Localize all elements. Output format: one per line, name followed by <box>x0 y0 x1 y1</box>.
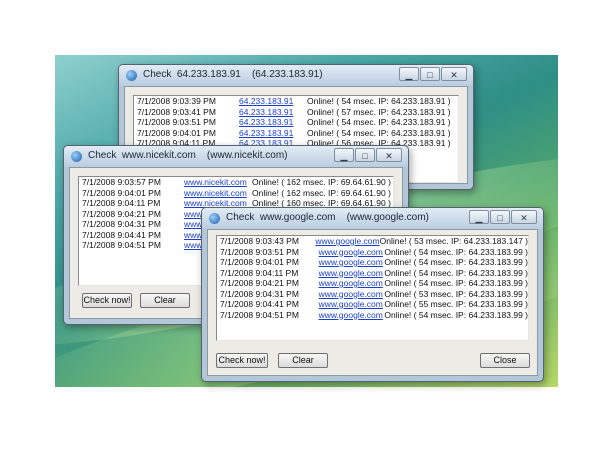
log-result: Online! ( 54 msec. IP: 64.233.183.91 ) <box>307 127 451 138</box>
minimize-icon[interactable]: ▁ <box>469 210 489 224</box>
maximize-icon[interactable]: □ <box>490 210 510 224</box>
log-time: 7/1/2008 9:04:01 PM <box>82 187 161 198</box>
log-row: 7/1/2008 9:04:41 PM www.google.com Online!… <box>217 299 528 310</box>
minimize-icon[interactable]: ▁ <box>399 67 419 81</box>
log-row: 7/1/2008 9:03:41 PM 64.233.183.91 Online! … <box>134 107 458 118</box>
log-time: 7/1/2008 9:04:41 PM <box>82 229 161 240</box>
log-time: 7/1/2008 9:04:21 PM <box>220 278 299 288</box>
log-time: 7/1/2008 9:04:01 PM <box>137 127 216 138</box>
window-title: Check www.nicekit.com (www.nicekit.com) <box>88 150 288 161</box>
log-result: Online! ( 55 msec. IP: 64.233.183.99 ) <box>384 299 528 309</box>
log-host-link[interactable]: www.google.com <box>319 310 385 321</box>
log-result: Online! ( 54 msec. IP: 64.233.183.99 ) <box>384 309 528 320</box>
log-time: 7/1/2008 9:04:31 PM <box>220 288 299 299</box>
log-row: 7/1/2008 9:04:21 PM www.google.com Online!… <box>217 278 528 289</box>
log-result: Online! ( 54 msec. IP: 64.233.183.91 ) <box>307 117 451 127</box>
check-now-button[interactable]: Check now! <box>216 353 268 368</box>
globe-icon <box>71 151 82 162</box>
log-time: 7/1/2008 9:04:31 PM <box>82 219 161 229</box>
log-row: 7/1/2008 9:04:01 PM www.nicekit.com Online… <box>79 188 393 199</box>
log-time: 7/1/2008 9:03:51 PM <box>220 246 299 257</box>
maximize-icon[interactable]: □ <box>355 148 375 162</box>
log-host-link[interactable]: 64.233.183.91 <box>239 107 307 118</box>
log-host-link[interactable]: www.google.com <box>319 247 385 258</box>
titlebar[interactable]: Check 64.233.183.91 (64.233.183.91) ▁ □ … <box>119 65 473 86</box>
clear-button[interactable]: Clear <box>278 353 328 368</box>
log-time: 7/1/2008 9:03:43 PM <box>220 236 299 246</box>
log-result: Online! ( 57 msec. IP: 64.233.183.91 ) <box>307 106 451 117</box>
log-time: 7/1/2008 9:04:11 PM <box>82 198 161 208</box>
log-time: 7/1/2008 9:04:21 PM <box>82 208 161 219</box>
ping-log[interactable]: 7/1/2008 9:03:43 PM www.google.com Online!… <box>216 235 529 341</box>
close-icon[interactable]: ✕ <box>441 67 467 81</box>
titlebar[interactable]: Check www.nicekit.com (www.nicekit.com) … <box>64 146 408 167</box>
globe-icon <box>209 213 220 224</box>
log-result: Online! ( 54 msec. IP: 64.233.183.91 ) <box>307 96 451 106</box>
log-row: 7/1/2008 9:04:11 PM www.google.com Online!… <box>217 268 528 279</box>
log-host-link[interactable]: www.google.com <box>319 289 385 300</box>
log-host-link[interactable]: www.google.com <box>319 268 385 279</box>
log-row: 7/1/2008 9:04:01 PM www.google.com Online!… <box>217 257 528 268</box>
log-row: 7/1/2008 9:04:51 PM www.google.com Online!… <box>217 310 528 321</box>
log-host-link[interactable]: www.google.com <box>319 257 385 268</box>
log-host-link[interactable]: 64.233.183.91 <box>239 96 307 107</box>
window-check-google[interactable]: Check www.google.com (www.google.com) ▁ … <box>201 207 544 382</box>
log-time: 7/1/2008 9:04:11 PM <box>220 267 299 278</box>
log-time: 7/1/2008 9:04:51 PM <box>82 240 161 250</box>
globe-icon <box>126 70 137 81</box>
window-title: Check 64.233.183.91 (64.233.183.91) <box>143 69 323 80</box>
log-row: 7/1/2008 9:03:51 PM 64.233.183.91 Online! … <box>134 117 458 128</box>
log-host-link[interactable]: www.google.com <box>315 236 379 247</box>
log-row: 7/1/2008 9:04:01 PM 64.233.183.91 Online! … <box>134 128 458 139</box>
log-rows: 7/1/2008 9:03:43 PM www.google.com Online!… <box>217 236 528 320</box>
log-host-link[interactable]: www.nicekit.com <box>184 177 252 188</box>
log-result: Online! ( 54 msec. IP: 64.233.183.99 ) <box>384 278 528 288</box>
titlebar[interactable]: Check www.google.com (www.google.com) ▁ … <box>202 208 543 229</box>
log-row: 7/1/2008 9:03:39 PM 64.233.183.91 Online! … <box>134 96 458 107</box>
log-host-link[interactable]: 64.233.183.91 <box>239 117 307 128</box>
minimize-icon[interactable]: ▁ <box>334 148 354 162</box>
log-result: Online! ( 54 msec. IP: 64.233.183.99 ) <box>384 267 528 278</box>
log-row: 7/1/2008 9:03:43 PM www.google.com Online!… <box>217 236 528 247</box>
log-time: 7/1/2008 9:04:41 PM <box>220 299 299 309</box>
log-host-link[interactable]: www.nicekit.com <box>184 188 252 199</box>
log-result: Online! ( 54 msec. IP: 64.233.183.99 ) <box>384 257 528 267</box>
log-time: 7/1/2008 9:04:01 PM <box>220 257 299 267</box>
log-host-link[interactable]: 64.233.183.91 <box>239 128 307 139</box>
close-button[interactable]: Close <box>480 353 530 368</box>
log-result: Online! ( 162 msec. IP: 69.64.61.90 ) <box>252 187 391 198</box>
log-result: Online! ( 53 msec. IP: 64.233.183.99 ) <box>384 288 528 299</box>
log-host-link[interactable]: www.google.com <box>319 299 385 310</box>
log-result: Online! ( 54 msec. IP: 64.233.183.99 ) <box>384 246 528 257</box>
log-row: 7/1/2008 9:03:51 PM www.google.com Online!… <box>217 247 528 258</box>
log-time: 7/1/2008 9:03:51 PM <box>137 117 216 127</box>
log-row: 7/1/2008 9:03:57 PM www.nicekit.com Online… <box>79 177 393 188</box>
close-icon[interactable]: ✕ <box>376 148 402 162</box>
log-host-link[interactable]: www.google.com <box>319 278 385 289</box>
log-time: 7/1/2008 9:03:39 PM <box>137 96 216 106</box>
close-icon[interactable]: ✕ <box>511 210 537 224</box>
log-result: Online! ( 162 msec. IP: 69.64.61.90 ) <box>252 177 391 187</box>
log-time: 7/1/2008 9:04:51 PM <box>220 309 299 320</box>
log-row: 7/1/2008 9:04:31 PM www.google.com Online!… <box>217 289 528 300</box>
clear-button[interactable]: Clear <box>140 293 190 308</box>
window-client: 7/1/2008 9:03:43 PM www.google.com Online!… <box>207 229 538 376</box>
log-time: 7/1/2008 9:03:57 PM <box>82 177 161 187</box>
maximize-icon[interactable]: □ <box>420 67 440 81</box>
log-result: Online! ( 53 msec. IP: 64.233.183.147 ) <box>379 236 528 246</box>
log-time: 7/1/2008 9:03:41 PM <box>137 106 216 117</box>
check-now-button[interactable]: Check now! <box>82 293 132 308</box>
window-title: Check www.google.com (www.google.com) <box>226 212 429 223</box>
